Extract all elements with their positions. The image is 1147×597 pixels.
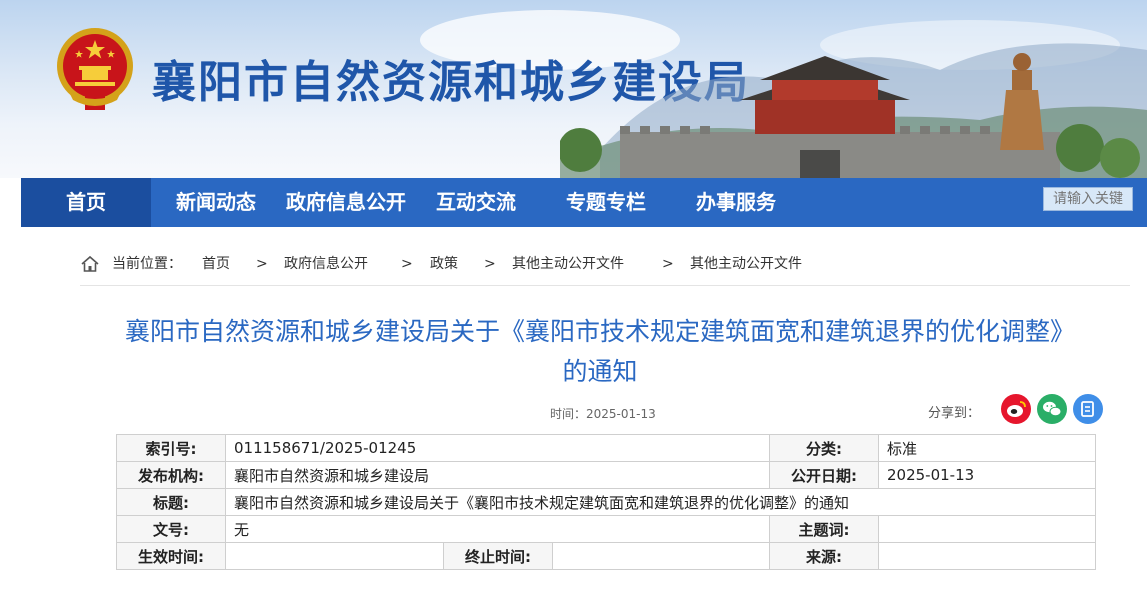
publisher-value: 襄阳市自然资源和城乡建设局 xyxy=(225,461,770,489)
effective-key: 生效时间: xyxy=(116,542,226,570)
table-row: 发布机构: 襄阳市自然资源和城乡建设局 公开日期: 2025-01-13 xyxy=(116,461,1096,489)
docno-value: 无 xyxy=(225,515,770,543)
article-time: 时间：2025-01-13 xyxy=(550,407,656,421)
breadcrumb-separator: > xyxy=(256,256,268,272)
breadcrumb-item[interactable]: 其他主动公开文件 xyxy=(512,252,624,276)
publisher-key: 发布机构: xyxy=(116,461,226,489)
category-value: 标准 xyxy=(878,434,1096,462)
article-title: 襄阳市自然资源和城乡建设局关于《襄阳市技术规定建筑面宽和建筑退界的优化调整》 的… xyxy=(100,312,1100,392)
nav-services[interactable]: 办事服务 xyxy=(681,178,791,227)
nav-interaction[interactable]: 互动交流 xyxy=(421,178,531,227)
wechat-icon[interactable] xyxy=(1037,394,1067,424)
effective-value xyxy=(225,542,444,570)
main-nav: 首页 新闻动态 政府信息公开 互动交流 专题专栏 办事服务 xyxy=(21,178,1147,227)
source-key: 来源: xyxy=(769,542,879,570)
breadcrumb-separator: > xyxy=(484,256,496,272)
date-value: 2025-01-13 xyxy=(878,461,1096,489)
nav-topics[interactable]: 专题专栏 xyxy=(551,178,661,227)
nav-gov-info[interactable]: 政府信息公开 xyxy=(276,178,416,227)
title-value: 襄阳市自然资源和城乡建设局关于《襄阳市技术规定建筑面宽和建筑退界的优化调整》的通… xyxy=(225,488,1096,516)
title-key: 标题: xyxy=(116,488,226,516)
weibo-icon[interactable] xyxy=(1001,394,1031,424)
metadata-table: 索引号: 011158671/2025-01245 分类: 标准 发布机构: 襄… xyxy=(116,434,1096,570)
category-key: 分类: xyxy=(769,434,879,462)
expire-key: 终止时间: xyxy=(443,542,553,570)
national-emblem-icon xyxy=(57,28,133,110)
breadcrumb-item[interactable]: 首页 xyxy=(202,252,230,276)
table-row: 生效时间: 终止时间: 来源: xyxy=(116,542,1096,570)
table-row: 索引号: 011158671/2025-01245 分类: 标准 xyxy=(116,434,1096,462)
share-label: 分享到： xyxy=(928,406,981,421)
article-title-line: 的通知 xyxy=(562,357,638,386)
breadcrumb-separator: > xyxy=(401,256,413,272)
breadcrumb-item[interactable]: 政策 xyxy=(430,252,458,276)
subject-key: 主题词: xyxy=(769,515,879,543)
subject-value xyxy=(878,515,1096,543)
home-icon xyxy=(81,255,99,272)
city-gate-scenery xyxy=(560,43,1147,178)
breadcrumb: 当前位置： 首页 > 政府信息公开 > 政策 > 其他主动公开文件 > 其他主动… xyxy=(80,252,1130,276)
nav-news[interactable]: 新闻动态 xyxy=(161,178,271,227)
nav-home[interactable]: 首页 xyxy=(21,178,151,227)
breadcrumb-item[interactable]: 政府信息公开 xyxy=(284,252,368,276)
index-value: 011158671/2025-01245 xyxy=(225,434,770,462)
table-row: 标题: 襄阳市自然资源和城乡建设局关于《襄阳市技术规定建筑面宽和建筑退界的优化调… xyxy=(116,488,1096,516)
source-value xyxy=(878,542,1096,570)
copy-icon[interactable] xyxy=(1073,394,1103,424)
header-banner: 襄阳市自然资源和城乡建设局 xyxy=(0,0,1147,178)
index-key: 索引号: xyxy=(116,434,226,462)
breadcrumb-divider xyxy=(80,285,1130,286)
article-title-line: 襄阳市自然资源和城乡建设局关于《襄阳市技术规定建筑面宽和建筑退界的优化调整》 xyxy=(124,317,1075,346)
breadcrumb-item[interactable]: 其他主动公开文件 xyxy=(690,252,802,276)
search-input[interactable] xyxy=(1043,187,1133,211)
docno-key: 文号: xyxy=(116,515,226,543)
date-key: 公开日期: xyxy=(769,461,879,489)
table-row: 文号: 无 主题词: xyxy=(116,515,1096,543)
breadcrumb-prefix: 当前位置： xyxy=(112,256,182,272)
breadcrumb-separator: > xyxy=(662,256,674,272)
expire-value xyxy=(552,542,770,570)
